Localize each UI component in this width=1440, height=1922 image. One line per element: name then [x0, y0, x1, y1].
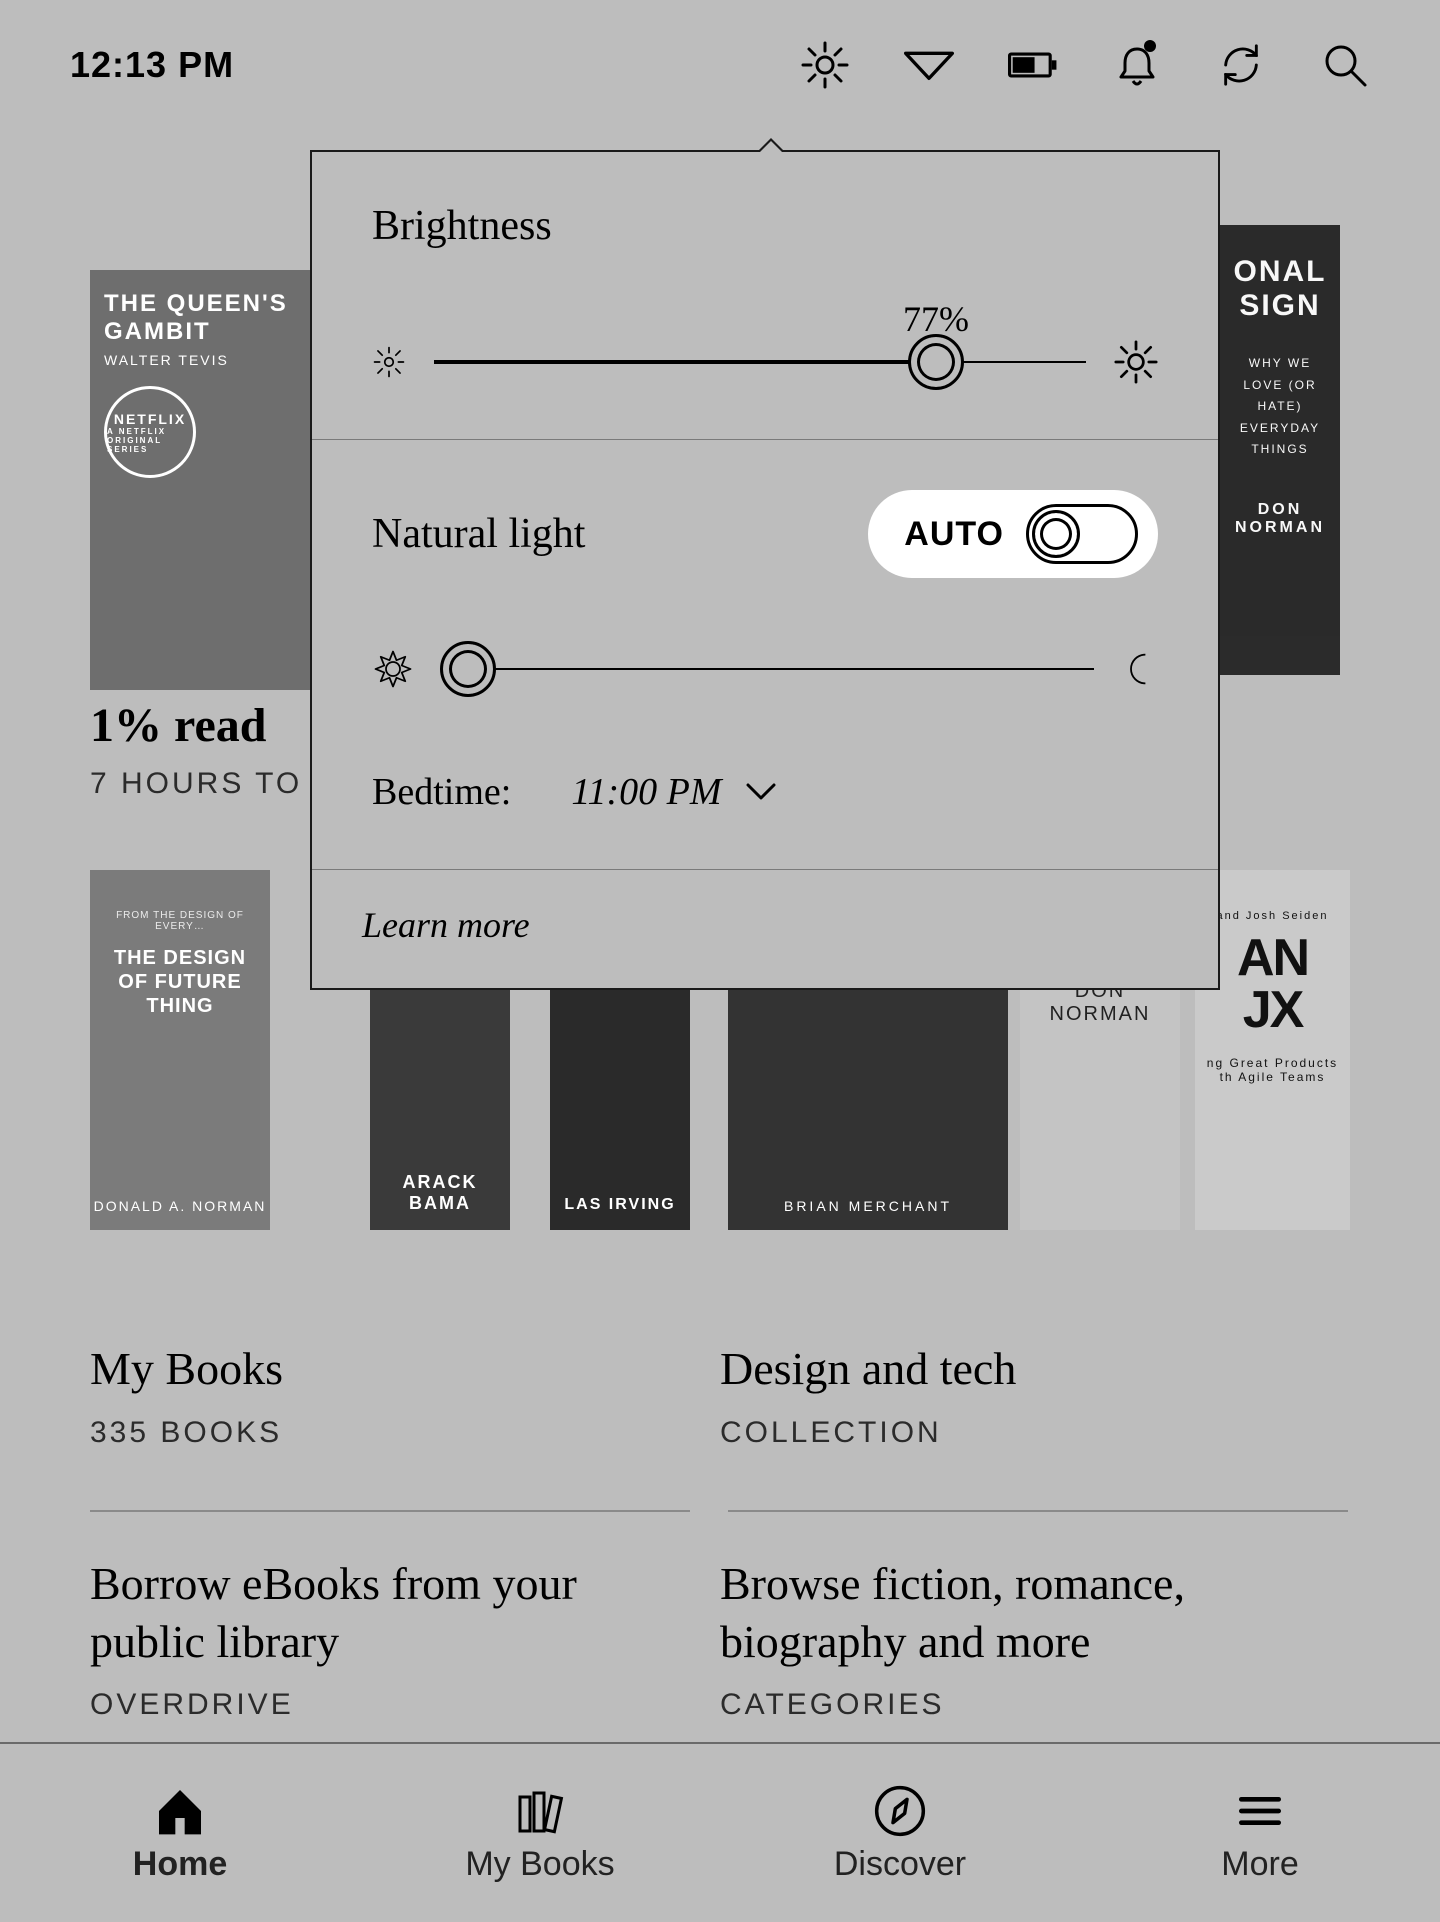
cover-author: WALTER TEVIS — [104, 352, 296, 368]
brightness-title: Brightness — [372, 202, 1158, 250]
nav-discover[interactable]: Discover — [720, 1744, 1080, 1922]
bedtime-label: Bedtime: — [372, 770, 511, 814]
natural-light-section: Natural light AUTO Bedtime: 11:00 PM — [312, 439, 1218, 869]
nav-home-label: Home — [133, 1845, 227, 1884]
notifications-icon[interactable] — [1112, 40, 1162, 90]
notification-dot-icon — [1144, 40, 1156, 52]
bedtime-dropdown[interactable]: 11:00 PM — [571, 770, 775, 814]
overdrive-sub: OVERDRIVE — [90, 1688, 680, 1722]
learn-more-link[interactable]: Learn more — [312, 869, 1218, 988]
learn-more-label: Learn more — [362, 905, 530, 945]
nav-more-label: More — [1221, 1845, 1298, 1884]
cover-author: BRIAN MERCHANT — [728, 1198, 1008, 1214]
cover-author: DON NORMAN — [1230, 501, 1330, 537]
slider-thumb[interactable] — [440, 641, 496, 697]
bottom-nav: Home My Books Discover More — [0, 1742, 1440, 1922]
categories-title: Browse fiction, romance, biography and m… — [720, 1555, 1310, 1670]
nav-home[interactable]: Home — [0, 1744, 360, 1922]
sun-small-icon — [372, 345, 406, 379]
shelf-labels-row: My Books 335 BOOKS Design and tech COLLE… — [90, 1340, 1350, 1450]
sun-outline-icon — [372, 648, 414, 690]
brightness-popover: Brightness 77% Natural light AUTO — [310, 150, 1220, 990]
collection-title: Design and tech — [720, 1340, 1310, 1398]
book-cover-current[interactable]: THE QUEEN'S GAMBIT WALTER TEVIS NETFLIXA… — [90, 270, 310, 690]
slider-thumb[interactable] — [908, 334, 964, 390]
cover-title: ARACK BAMA — [370, 1172, 510, 1214]
cover-subtitle: WHY WE LOVE (OR HATE) EVERYDAY THINGS — [1230, 353, 1330, 461]
cover-title: THE DESIGN OF FUTURE THING — [100, 946, 260, 1018]
bedtime-value: 11:00 PM — [571, 770, 721, 814]
brightness-icon[interactable] — [800, 40, 850, 90]
wifi-icon[interactable] — [904, 40, 954, 90]
status-bar: 12:13 PM — [0, 0, 1440, 130]
chevron-down-icon — [746, 783, 776, 801]
book-cover-right[interactable]: ONAL SIGN WHY WE LOVE (OR HATE) EVERYDAY… — [1220, 225, 1340, 675]
categories-link[interactable]: Browse fiction, romance, biography and m… — [720, 1555, 1350, 1722]
sun-large-icon — [1114, 340, 1158, 384]
cover-top: and Josh Seiden — [1205, 910, 1340, 922]
nav-discover-label: Discover — [834, 1845, 966, 1884]
clock: 12:13 PM — [70, 44, 234, 86]
brightness-slider[interactable]: 77% — [434, 360, 1086, 364]
nav-more[interactable]: More — [1080, 1744, 1440, 1922]
battery-icon[interactable] — [1008, 40, 1058, 90]
overdrive-title: Borrow eBooks from your public library — [90, 1555, 680, 1670]
my-books-title: My Books — [90, 1340, 680, 1398]
moon-icon — [1122, 651, 1158, 687]
categories-sub: CATEGORIES — [720, 1688, 1310, 1722]
overdrive-link[interactable]: Borrow eBooks from your public library O… — [90, 1555, 720, 1722]
brightness-section: Brightness 77% — [312, 152, 1218, 439]
cover-author: DONALD A. NORMAN — [90, 1198, 270, 1214]
collection-sub: COLLECTION — [720, 1416, 1310, 1450]
toggle-knob — [1032, 510, 1080, 558]
auto-label: AUTO — [904, 515, 1004, 554]
cover-title: THE QUEEN'S GAMBIT — [104, 290, 296, 346]
auto-toggle[interactable] — [1026, 504, 1138, 564]
nav-my-books-label: My Books — [465, 1845, 614, 1884]
my-books-link[interactable]: My Books 335 BOOKS — [90, 1340, 720, 1450]
sync-icon[interactable] — [1216, 40, 1266, 90]
auto-toggle-pill[interactable]: AUTO — [868, 490, 1158, 578]
collection-link[interactable]: Design and tech COLLECTION — [720, 1340, 1350, 1450]
cover-title: ONAL SIGN — [1230, 255, 1330, 323]
natural-light-title: Natural light — [372, 510, 585, 558]
cover-sub: ng Great Products th Agile Teams — [1205, 1056, 1340, 1084]
cover-title: LAS IRVING — [550, 1196, 690, 1214]
natural-light-slider[interactable] — [442, 667, 1094, 671]
search-icon[interactable] — [1320, 40, 1370, 90]
browse-row: Borrow eBooks from your public library O… — [90, 1555, 1350, 1722]
cover-title: AN JX — [1205, 932, 1340, 1036]
divider — [728, 1510, 1348, 1512]
nav-my-books[interactable]: My Books — [360, 1744, 720, 1922]
my-books-count: 335 BOOKS — [90, 1416, 680, 1450]
shelf-cover-1[interactable]: FROM THE DESIGN OF EVERY… THE DESIGN OF … — [90, 870, 270, 1230]
divider — [90, 1510, 690, 1512]
